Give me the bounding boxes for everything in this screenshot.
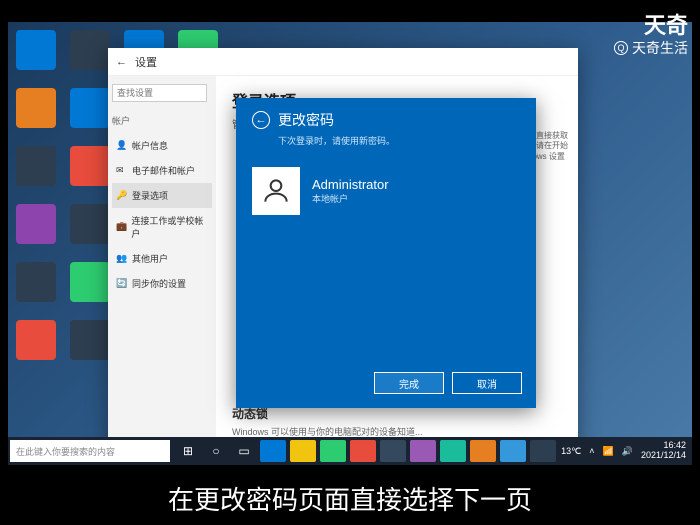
taskbar: 在此键入你要搜索的内容 ⊞ ○ ▭ 13℃ ˄ 📶 🔊 16:42 2021/1… [8, 437, 692, 465]
app-icon[interactable] [500, 440, 526, 462]
app-icon[interactable] [440, 440, 466, 462]
key-icon: 🔑 [116, 190, 128, 202]
user-block: Administrator 本地帐户 [236, 159, 536, 223]
desktop-icon[interactable] [70, 320, 110, 360]
mail-icon: ✉ [116, 165, 128, 177]
app-icon[interactable] [410, 440, 436, 462]
cortana-icon[interactable]: ○ [204, 439, 228, 463]
desktop-icon[interactable] [70, 204, 110, 244]
date-text: 2021/12/14 [641, 451, 686, 461]
desktop: ← 设置 帐户 👤帐户信息 ✉电子邮件和帐户 🔑登录选项 💼连接工作或学校帐户 … [8, 22, 692, 465]
video-subtitle: 在更改密码页面直接选择下一页 [0, 480, 700, 517]
app-icon[interactable] [530, 440, 556, 462]
user-avatar [252, 167, 300, 215]
desktop-icon[interactable] [16, 262, 56, 302]
watermark-sub-text: 天奇生活 [632, 38, 688, 58]
app-icon[interactable] [380, 440, 406, 462]
desktop-icon[interactable] [70, 262, 110, 302]
explorer-icon[interactable] [290, 440, 316, 462]
temperature[interactable]: 13℃ [561, 446, 581, 457]
desktop-icon[interactable] [70, 30, 110, 70]
settings-titlebar[interactable]: ← 设置 [108, 48, 578, 76]
finish-button[interactable]: 完成 [374, 372, 444, 394]
desktop-icon[interactable] [70, 146, 110, 186]
sidebar-section-label: 帐户 [112, 114, 212, 127]
dialog-buttons: 完成 取消 [374, 372, 522, 394]
back-icon[interactable]: ← [116, 56, 127, 68]
window-title: 设置 [135, 54, 157, 70]
desktop-icon[interactable] [16, 88, 56, 128]
dialog-title: 更改密码 [278, 110, 334, 130]
app-icon[interactable] [320, 440, 346, 462]
start-button[interactable]: ⊞ [176, 439, 200, 463]
sidebar-item-work[interactable]: 💼连接工作或学校帐户 [112, 208, 212, 246]
person-icon: 👤 [116, 140, 128, 152]
back-arrow-icon[interactable]: ← [252, 111, 270, 129]
sidebar-item-other-users[interactable]: 👥其他用户 [112, 246, 212, 271]
desktop-icon[interactable] [16, 320, 56, 360]
sidebar-item-signin-options[interactable]: 🔑登录选项 [112, 183, 212, 208]
app-icon[interactable] [350, 440, 376, 462]
user-info: Administrator 本地帐户 [312, 177, 389, 205]
watermark-icon: Q [614, 41, 628, 55]
volume-icon[interactable]: 🔊 [622, 446, 633, 457]
change-password-dialog: ← 更改密码 下次登录时，请使用新密码。 Administrator 本地帐户 … [236, 98, 536, 408]
user-type: 本地帐户 [312, 192, 389, 205]
briefcase-icon: 💼 [116, 221, 127, 233]
taskview-icon[interactable]: ▭ [232, 439, 256, 463]
sidebar-item-sync[interactable]: 🔄同步你的设置 [112, 271, 212, 296]
sidebar-item-account-info[interactable]: 👤帐户信息 [112, 133, 212, 158]
cancel-button[interactable]: 取消 [452, 372, 522, 394]
watermark-sub: Q 天奇生活 [614, 38, 688, 58]
desktop-icon[interactable] [16, 204, 56, 244]
sync-icon: 🔄 [116, 278, 128, 290]
watermark-main: 天奇 [644, 8, 688, 40]
network-icon[interactable]: 📶 [603, 446, 614, 457]
sidebar-item-email[interactable]: ✉电子邮件和帐户 [112, 158, 212, 183]
dynamic-lock-section: 动态锁 Windows 可以使用与你的电脑配对的设备知道... [232, 405, 423, 438]
desktop-icon[interactable] [16, 146, 56, 186]
taskbar-search[interactable]: 在此键入你要搜索的内容 [10, 440, 170, 462]
app-icon[interactable] [470, 440, 496, 462]
user-name: Administrator [312, 177, 389, 192]
edge-icon[interactable] [260, 440, 286, 462]
settings-search-input[interactable] [112, 84, 207, 102]
desktop-icon[interactable] [70, 88, 110, 128]
person-icon [260, 175, 292, 207]
taskbar-tray: 13℃ ˄ 📶 🔊 16:42 2021/12/14 [561, 441, 686, 461]
people-icon: 👥 [116, 253, 128, 265]
tray-chevron-icon[interactable]: ˄ [589, 446, 594, 456]
dialog-hint: 下次登录时，请使用新密码。 [236, 134, 536, 159]
taskbar-icons: ⊞ ○ ▭ [176, 439, 556, 463]
clock[interactable]: 16:42 2021/12/14 [641, 441, 686, 461]
dialog-header: ← 更改密码 [236, 98, 536, 134]
desktop-icon[interactable] [16, 30, 56, 70]
settings-sidebar: 帐户 👤帐户信息 ✉电子邮件和帐户 🔑登录选项 💼连接工作或学校帐户 👥其他用户… [108, 76, 216, 448]
